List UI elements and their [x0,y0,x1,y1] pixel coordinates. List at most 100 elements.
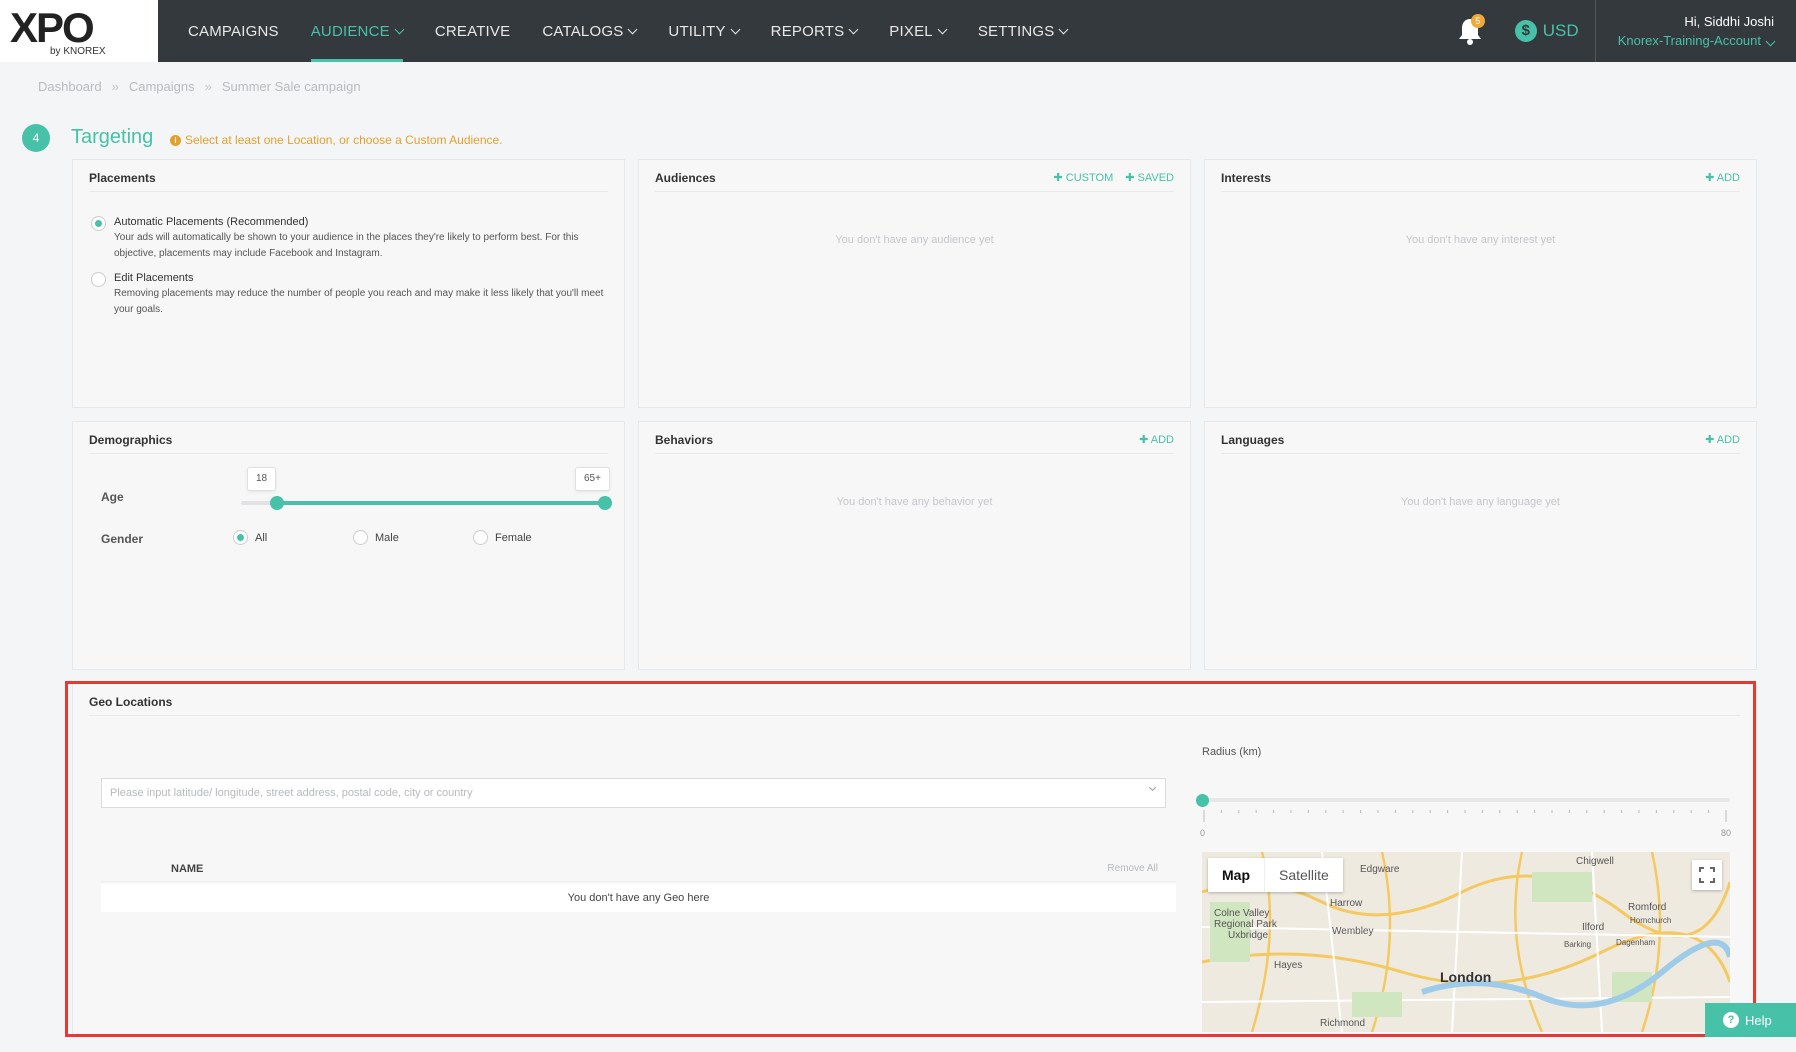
radius-max: 80 [1721,828,1732,838]
map-label: Colne Valley Regional Park [1214,908,1277,930]
notification-badge: 5 [1470,14,1485,28]
breadcrumb-separator: » [204,79,212,94]
notifications-button[interactable]: 5 [1453,14,1487,48]
info-icon: i [170,134,181,146]
dollar-icon: $ [1514,20,1537,42]
user-greeting: Hi, Siddhi Joshi [1684,14,1774,29]
nav-reports[interactable]: REPORTS [755,0,874,62]
gender-option-label: Female [495,531,532,544]
radius-min: 0 [1200,828,1206,838]
age-max-tooltip: 65+ [575,467,610,491]
action-label: ADD [1150,434,1174,446]
action-label: SAVED [1137,172,1174,184]
card-title: Interests [1221,170,1272,185]
action-label: ADD [1716,172,1740,184]
chevron-down-icon [1148,783,1157,792]
card-title: Languages [1221,432,1285,447]
map-label: Romford [1628,902,1667,913]
map-label: Edgware [1360,864,1400,875]
radio-edit[interactable] [91,272,106,287]
radio-male[interactable] [353,530,368,545]
nav-label: UTILITY [668,22,726,40]
warning-text: Select at least one Location, or choose … [185,133,503,147]
radius-label: Radius (km) [1202,746,1262,758]
nav-audience[interactable]: AUDIENCE [295,0,419,62]
nav-label: AUDIENCE [310,22,390,40]
account-selector[interactable]: Knorex-Training-Account [1617,33,1776,48]
radio-automatic[interactable] [91,216,106,231]
nav-pixel[interactable]: PIXEL [873,0,962,62]
nav-label: CREATIVE [434,22,511,40]
map-tab[interactable]: Map [1208,858,1265,892]
logo-sub: by KNOREX [50,46,106,57]
breadcrumb-dashboard[interactable]: Dashboard [38,79,102,94]
option-title: Edit Placements [114,272,194,284]
radio-all[interactable] [233,530,248,545]
nav-campaigns[interactable]: CAMPAIGNS [172,0,295,62]
breadcrumb-campaigns[interactable]: Campaigns [129,79,195,94]
chevron-down-icon [937,24,948,34]
nav-label: SETTINGS [977,22,1055,40]
gender-option-label: Male [375,531,399,544]
remove-all-button[interactable]: Remove All [1107,863,1158,874]
chevron-down-icon [848,24,859,34]
add-language-button[interactable]: ✚ ADD [1705,433,1740,446]
map[interactable]: Map Satellite Edgware Chigwell Harrow Co… [1202,852,1730,1032]
add-interest-button[interactable]: ✚ ADD [1705,171,1740,184]
placement-edit[interactable]: Edit Placements Removing placements may … [91,272,624,318]
demographics-card: Demographics Age 18 65+ Gender All Male … [72,421,625,670]
radius-slider[interactable] [1202,798,1730,802]
map-label: Barking [1564,940,1592,949]
breadcrumb-separator: » [111,79,119,94]
help-icon: ? [1723,1012,1739,1028]
age-slider-fill [277,501,604,505]
nav-catalogs[interactable]: CATALOGS [526,0,652,62]
add-saved-audience-button[interactable]: ✚ SAVED [1125,171,1174,184]
step-number: 4 [22,124,50,152]
map-label: Richmond [1320,1018,1366,1029]
option-title: Automatic Placements (Recommended) [114,216,309,228]
gender-female[interactable]: Female [473,530,532,545]
logo[interactable]: XPO by KNOREX [0,0,158,62]
logo-text: XPO [10,4,95,51]
account-name: Knorex-Training-Account [1617,33,1761,48]
map-label: Wembley [1332,926,1374,937]
card-title: Audiences [655,170,716,185]
nav-label: REPORTS [770,22,845,40]
nav-label: CAMPAIGNS [188,22,279,40]
behaviors-card: Behaviors ✚ ADD You don't have any behav… [638,421,1191,670]
empty-state: You don't have any audience yet [835,234,994,246]
age-slider[interactable] [241,496,612,510]
map-label: Hornchurch [1630,916,1672,925]
nav-utility[interactable]: UTILITY [652,0,754,62]
empty-state: You don't have any behavior yet [836,496,993,508]
placements-card: Placements Automatic Placements (Recomme… [72,159,625,408]
geo-search-input[interactable]: Please input latitude/ longitude, street… [101,778,1166,808]
age-max-handle[interactable] [598,496,612,510]
nav-right: 5 $ USD Hi, Siddhi Joshi Knorex-Training… [1453,0,1796,62]
user-menu[interactable]: Hi, Siddhi Joshi Knorex-Training-Account [1594,0,1796,62]
radius-handle[interactable] [1196,794,1209,807]
option-desc: Your ads will automatically be shown to … [114,232,579,259]
nav-creative[interactable]: CREATIVE [419,0,527,62]
top-nav: XPO by KNOREX CAMPAIGNS AUDIENCE CREATIV… [0,0,1796,62]
placement-automatic[interactable]: Automatic Placements (Recommended) Your … [91,216,624,262]
currency-selector[interactable]: $ USD [1514,20,1579,42]
add-behavior-button[interactable]: ✚ ADD [1139,433,1174,446]
age-label: Age [101,490,124,504]
gender-male[interactable]: Male [353,530,399,545]
targeting-warning: i Select at least one Location, or choos… [170,133,503,147]
nav-settings[interactable]: SETTINGS [962,0,1084,62]
option-desc: Removing placements may reduce the numbe… [114,288,604,315]
fullscreen-button[interactable] [1692,860,1722,890]
satellite-tab[interactable]: Satellite [1265,858,1343,892]
help-button[interactable]: ? Help [1705,1003,1796,1037]
chevron-down-icon [394,24,405,34]
add-custom-audience-button[interactable]: ✚ CUSTOM [1053,171,1113,184]
gender-all[interactable]: All [233,530,267,545]
age-min-handle[interactable] [270,496,284,510]
radio-female[interactable] [473,530,488,545]
geo-empty-row: You don't have any Geo here [101,884,1176,912]
help-label: Help [1745,1012,1772,1028]
chevron-down-icon [1765,36,1776,47]
